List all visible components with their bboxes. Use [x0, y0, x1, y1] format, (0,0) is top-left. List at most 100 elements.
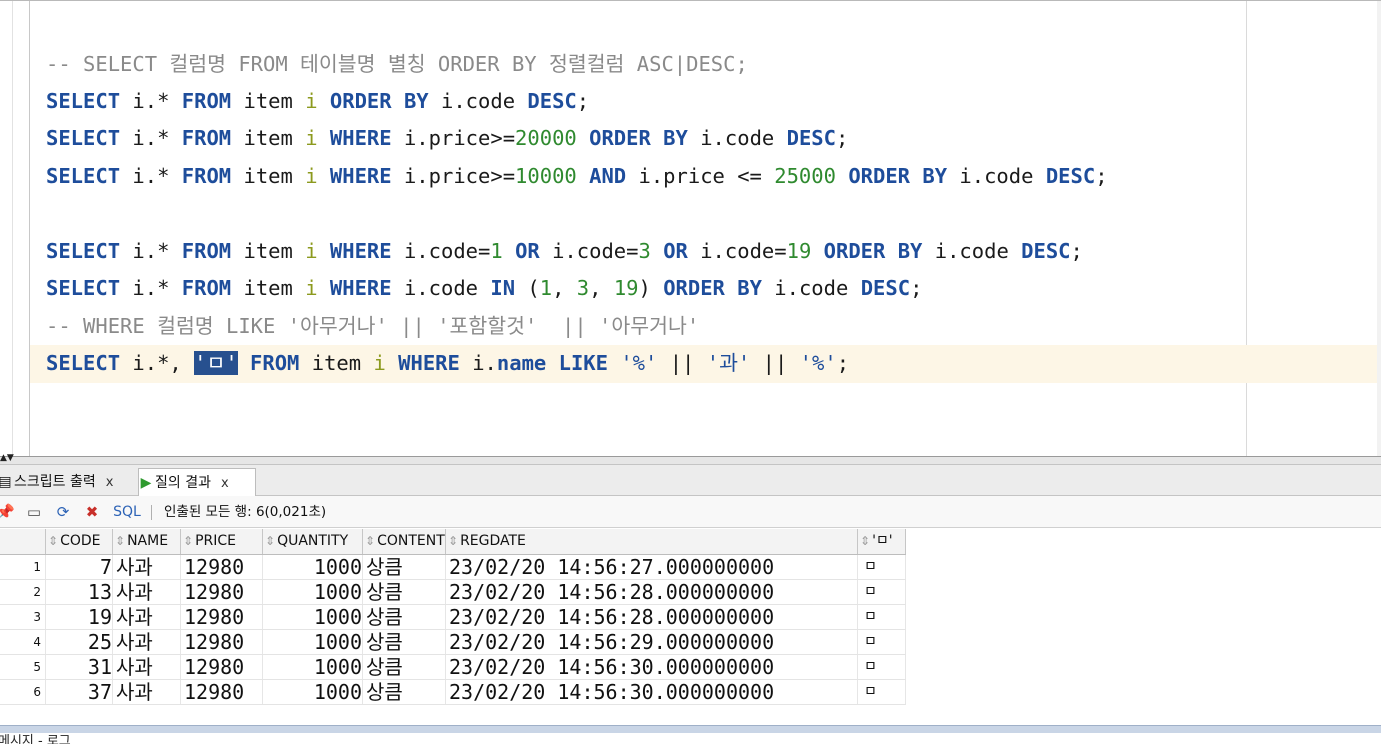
- code-line[interactable]: SELECT i.* FROM item i ORDER BY i.code D…: [46, 83, 589, 119]
- sql-editor[interactable]: -- SELECT 컬럼명 FROM 테이블명 별칭 ORDER BY 정렬컬럼…: [0, 0, 1381, 456]
- result-grid[interactable]: ⇕ CODE ⇕ NAME ⇕ PRICE ⇕ QUANTITY ⇕ CONTENT ⇕ REGDAT…: [0, 529, 1381, 725]
- tab-query-result[interactable]: ▶ 질의 결과 x: [138, 468, 256, 496]
- close-icon[interactable]: x: [221, 476, 229, 491]
- sql-button[interactable]: SQL: [110, 501, 144, 523]
- table-row[interactable]: 5 31 사과 12980 1000 상큼 23/02/20 14:56:30.000000…: [0, 655, 906, 680]
- cell-qty[interactable]: 1000: [263, 680, 363, 704]
- cell-code[interactable]: 31: [46, 655, 113, 679]
- cell-regdate[interactable]: 23/02/20 14:56:28.000000000: [446, 580, 858, 604]
- row-number-header[interactable]: [0, 529, 46, 554]
- code-token: FROM: [250, 351, 300, 375]
- row-number[interactable]: 4: [0, 630, 46, 654]
- column-header[interactable]: ⇕ QUANTITY: [263, 529, 363, 554]
- cell-mark[interactable]: ㅁ: [858, 605, 906, 629]
- row-number[interactable]: 6: [0, 680, 46, 704]
- pane-splitter[interactable]: ▲▼: [0, 454, 1381, 465]
- cell-content[interactable]: 상큼: [363, 580, 446, 604]
- column-header[interactable]: ⇕ NAME: [113, 529, 181, 554]
- code-line[interactable]: SELECT i.* FROM item i WHERE i.code=1 OR…: [46, 233, 1083, 269]
- editor-scrollbar[interactable]: [1377, 1, 1381, 456]
- cell-price[interactable]: 12980: [181, 555, 263, 579]
- column-header[interactable]: ⇕ 'ㅁ': [858, 529, 906, 554]
- code-line[interactable]: SELECT i.* FROM item i WHERE i.price>=20…: [46, 120, 848, 156]
- code-token: i.*: [120, 276, 182, 300]
- cell-name[interactable]: 사과: [113, 680, 181, 704]
- cell-mark[interactable]: ㅁ: [858, 680, 906, 704]
- cell-qty[interactable]: 1000: [263, 630, 363, 654]
- cell-code[interactable]: 19: [46, 605, 113, 629]
- row-number[interactable]: 3: [0, 605, 46, 629]
- collapse-arrows-icon[interactable]: ▲▼: [0, 454, 14, 463]
- cell-name[interactable]: 사과: [113, 655, 181, 679]
- table-row[interactable]: 6 37 사과 12980 1000 상큼 23/02/20 14:56:30.000000…: [0, 680, 906, 705]
- pin-icon[interactable]: 📌: [0, 501, 15, 523]
- cell-name[interactable]: 사과: [113, 605, 181, 629]
- cell-mark[interactable]: ㅁ: [858, 655, 906, 679]
- cell-mark[interactable]: ㅁ: [858, 580, 906, 604]
- cell-content[interactable]: 상큼: [363, 655, 446, 679]
- cell-code[interactable]: 37: [46, 680, 113, 704]
- cell-price[interactable]: 12980: [181, 655, 263, 679]
- column-header-label: QUANTITY: [277, 533, 349, 549]
- row-number[interactable]: 2: [0, 580, 46, 604]
- cell-mark[interactable]: ㅁ: [858, 630, 906, 654]
- refresh-icon[interactable]: ⟳: [52, 501, 74, 523]
- cell-code[interactable]: 7: [46, 555, 113, 579]
- sort-icon[interactable]: ⇕: [183, 534, 193, 548]
- code-token: 3: [638, 239, 651, 263]
- cell-code[interactable]: 13: [46, 580, 113, 604]
- table-row[interactable]: 1 7 사과 12980 1000 상큼 23/02/20 14:56:27.0000000…: [0, 555, 906, 580]
- cell-name[interactable]: 사과: [113, 630, 181, 654]
- cell-price[interactable]: 12980: [181, 605, 263, 629]
- column-header[interactable]: ⇕ CONTENT: [363, 529, 446, 554]
- cell-price[interactable]: 12980: [181, 630, 263, 654]
- code-line[interactable]: -- WHERE 컬럼명 LIKE '아무거나' || '포함할것' || '아…: [46, 308, 699, 344]
- cell-code[interactable]: 25: [46, 630, 113, 654]
- row-number[interactable]: 1: [0, 555, 46, 579]
- cell-qty[interactable]: 1000: [263, 605, 363, 629]
- code-line[interactable]: -- SELECT 컬럼명 FROM 테이블명 별칭 ORDER BY 정렬컬럼…: [46, 46, 748, 82]
- sort-icon[interactable]: ⇕: [48, 534, 58, 548]
- cell-regdate[interactable]: 23/02/20 14:56:29.000000000: [446, 630, 858, 654]
- cell-content[interactable]: 상큼: [363, 680, 446, 704]
- cell-regdate[interactable]: 23/02/20 14:56:30.000000000: [446, 680, 858, 704]
- code-token: i.*: [120, 164, 182, 188]
- cell-mark[interactable]: ㅁ: [858, 555, 906, 579]
- tab-script-output[interactable]: ▤ 스크립트 출력 x: [0, 468, 136, 496]
- column-header[interactable]: ⇕ CODE: [46, 529, 113, 554]
- column-header[interactable]: ⇕ PRICE: [181, 529, 263, 554]
- row-number[interactable]: 5: [0, 655, 46, 679]
- cell-qty[interactable]: 1000: [263, 580, 363, 604]
- cancel-icon[interactable]: ✖: [81, 501, 103, 523]
- close-icon[interactable]: x: [106, 475, 114, 490]
- sort-icon[interactable]: ⇕: [115, 534, 125, 548]
- cell-content[interactable]: 상큼: [363, 630, 446, 654]
- bottom-divider[interactable]: [0, 725, 1381, 733]
- column-header-label: NAME: [127, 533, 169, 549]
- cell-regdate[interactable]: 23/02/20 14:56:30.000000000: [446, 655, 858, 679]
- cell-regdate[interactable]: 23/02/20 14:56:28.000000000: [446, 605, 858, 629]
- table-row[interactable]: 2 13 사과 12980 1000 상큼 23/02/20 14:56:28.000000…: [0, 580, 906, 605]
- sort-icon[interactable]: ⇕: [860, 534, 870, 548]
- code-line[interactable]: SELECT i.* FROM item i WHERE i.code IN (…: [46, 270, 922, 306]
- cell-regdate[interactable]: 23/02/20 14:56:27.000000000: [446, 555, 858, 579]
- cell-content[interactable]: 상큼: [363, 605, 446, 629]
- cell-qty[interactable]: 1000: [263, 655, 363, 679]
- cell-content[interactable]: 상큼: [363, 555, 446, 579]
- code-line[interactable]: SELECT i.* FROM item i WHERE i.price>=10…: [46, 158, 1108, 194]
- cell-price[interactable]: 12980: [181, 580, 263, 604]
- sort-icon[interactable]: ⇕: [365, 534, 375, 548]
- table-row[interactable]: 4 25 사과 12980 1000 상큼 23/02/20 14:56:29.000000…: [0, 630, 906, 655]
- code-line[interactable]: SELECT i.*, 'ㅁ' FROM item i WHERE i.name…: [46, 345, 849, 381]
- sort-icon[interactable]: ⇕: [265, 534, 275, 548]
- code-token: i: [305, 276, 318, 300]
- column-header[interactable]: ⇕ REGDATE: [446, 529, 858, 554]
- print-icon[interactable]: ▭: [23, 501, 45, 523]
- cell-name[interactable]: 사과: [113, 555, 181, 579]
- cell-name[interactable]: 사과: [113, 580, 181, 604]
- sort-icon[interactable]: ⇕: [448, 534, 458, 548]
- cell-qty[interactable]: 1000: [263, 555, 363, 579]
- table-row[interactable]: 3 19 사과 12980 1000 상큼 23/02/20 14:56:28.000000…: [0, 605, 906, 630]
- cell-price[interactable]: 12980: [181, 680, 263, 704]
